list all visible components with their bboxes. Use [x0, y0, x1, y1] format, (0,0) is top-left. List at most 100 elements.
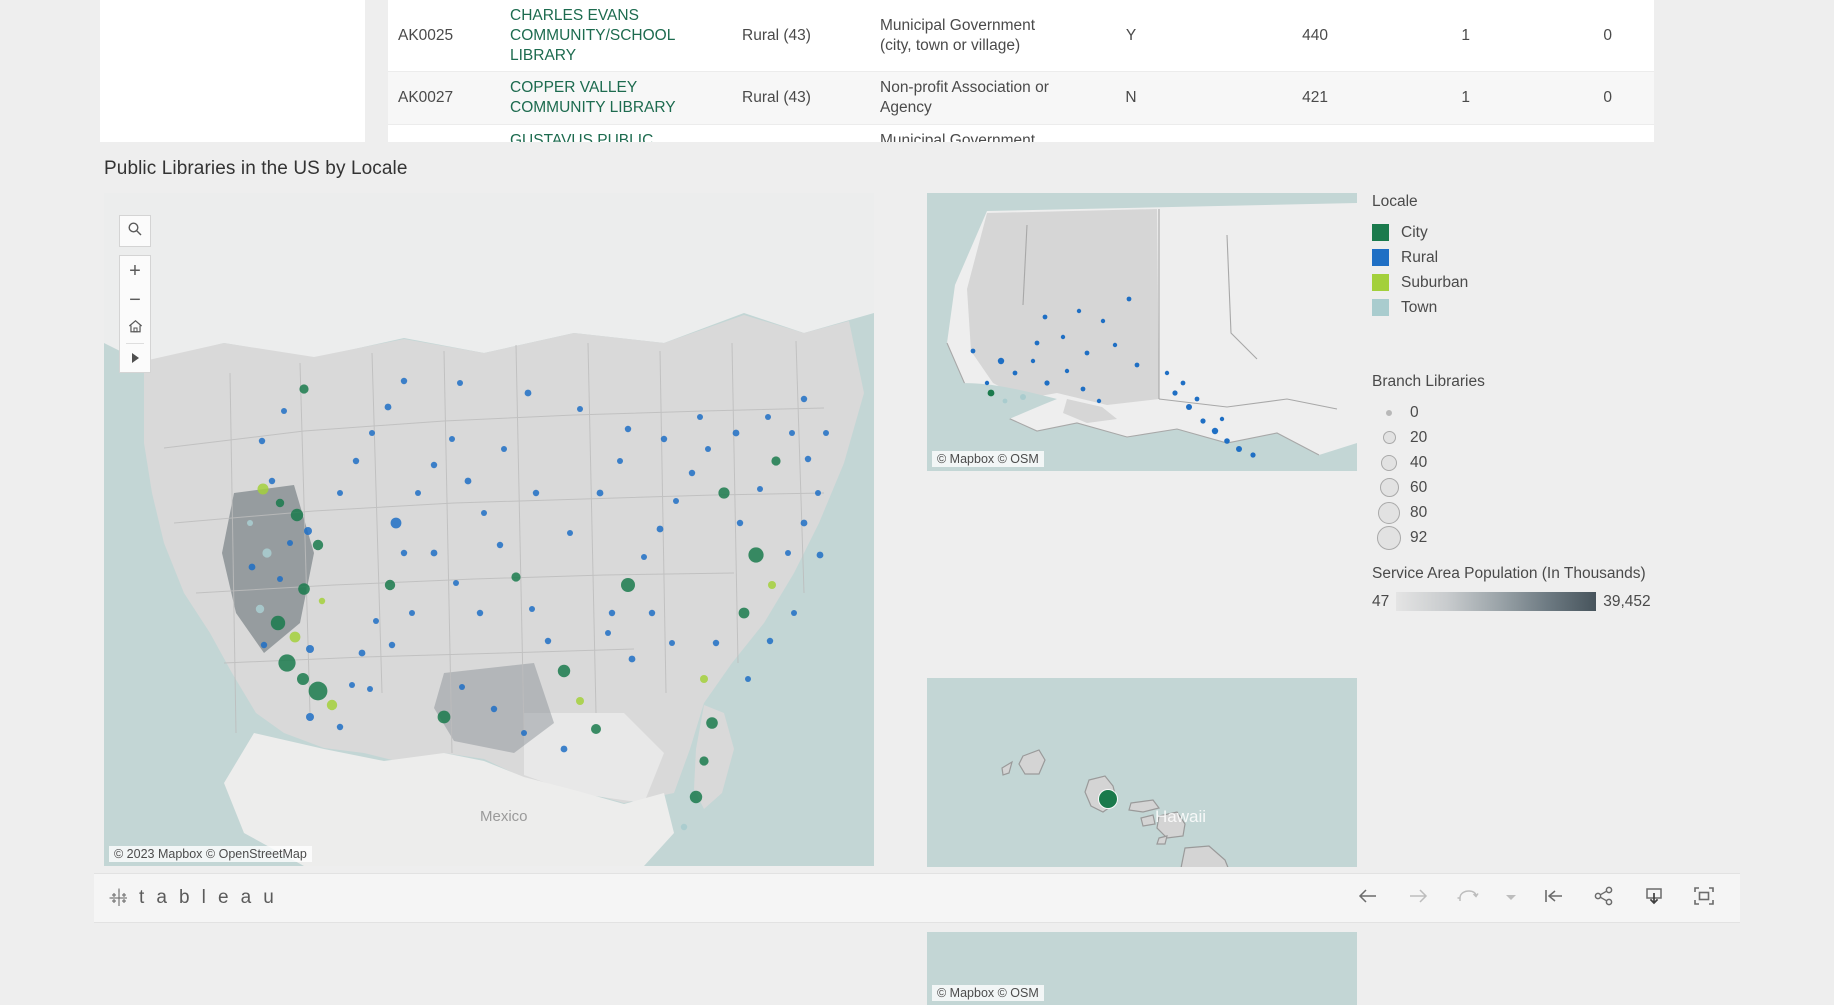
- cell-government-type: Municipal Government (city, town or vill…: [870, 0, 1072, 72]
- cell-government-type: Municipal Government (city, town or vill…: [870, 125, 1072, 142]
- color-swatch-suburban: [1372, 274, 1389, 291]
- cell-library-name[interactable]: COPPER VALLEY COMMUNITY LIBRARY: [500, 72, 732, 125]
- tableau-mark-icon: [108, 887, 130, 909]
- cell-government-type: Non-profit Association or Agency: [870, 72, 1072, 125]
- table-row[interactable]: AK0027 COPPER VALLEY COMMUNITY LIBRARY R…: [388, 72, 1654, 125]
- refresh-icon: [1456, 887, 1480, 910]
- cell-library-name[interactable]: CHARLES EVANS COMMUNITY/SCHOOL LIBRARY: [500, 0, 732, 72]
- cell-service-area-population: 551: [1190, 125, 1338, 142]
- gradient-max-label: 39,452: [1603, 593, 1650, 611]
- cell-library-name[interactable]: GUSTAVUS PUBLIC LIBRARY: [500, 125, 732, 142]
- left-blank-panel: [100, 0, 365, 142]
- cell-bookmobiles: 0: [1622, 125, 1654, 142]
- map-zoom-out-button[interactable]: −: [120, 285, 150, 314]
- size-legend-item: 0: [1372, 400, 1702, 425]
- cell-branch-libraries: 0: [1480, 0, 1622, 72]
- tableau-wordmark: t a b l e a u: [139, 887, 277, 909]
- size-dot-cell: [1372, 455, 1406, 471]
- cell-central-library-flag: Y: [1072, 125, 1190, 142]
- map-search-button[interactable]: [119, 215, 151, 247]
- legend-label-city: City: [1401, 224, 1428, 242]
- map-attribution: © Mapbox © OSM: [932, 451, 1044, 467]
- tableau-logo[interactable]: t a b l e a u: [108, 887, 277, 909]
- map-home-button[interactable]: [120, 314, 150, 343]
- cell-central-libraries: 1: [1338, 0, 1480, 72]
- color-swatch-town: [1372, 299, 1389, 316]
- table-row[interactable]: AK0028 GUSTAVUS PUBLIC LIBRARY Rural (43…: [388, 125, 1654, 142]
- size-dot: [1386, 410, 1392, 416]
- refresh-button[interactable]: [1454, 884, 1482, 912]
- size-legend-label: 40: [1406, 454, 1427, 472]
- legend-item-rural[interactable]: Rural: [1372, 245, 1702, 270]
- size-legend-label: 60: [1406, 479, 1427, 497]
- cell-service-area-population: 440: [1190, 0, 1338, 72]
- forward-button[interactable]: [1404, 884, 1432, 912]
- map-zoom-in-button[interactable]: +: [120, 256, 150, 285]
- share-button[interactable]: [1590, 884, 1618, 912]
- map-zoom-controls[interactable]: + −: [119, 255, 151, 373]
- arrow-right-icon: [1407, 887, 1429, 910]
- size-dot-cell: [1372, 502, 1406, 524]
- size-legend-label: 0: [1406, 404, 1419, 422]
- main-us-map[interactable]: Mexico: [104, 193, 874, 866]
- back-button[interactable]: [1354, 884, 1382, 912]
- home-icon: [127, 318, 144, 339]
- map-attribution: © Mapbox © OSM: [932, 985, 1044, 1001]
- cell-locale: Rural (43): [732, 0, 870, 72]
- cell-service-area-population: 421: [1190, 72, 1338, 125]
- cell-central-libraries: 1: [1338, 72, 1480, 125]
- size-legend-item: 80: [1372, 500, 1702, 525]
- libraries-table-container[interactable]: AK0025 CHARLES EVANS COMMUNITY/SCHOOL LI…: [388, 0, 1654, 142]
- legend-item-town[interactable]: Town: [1372, 295, 1702, 320]
- size-dot-cell: [1372, 431, 1406, 444]
- arrow-left-icon: [1357, 887, 1379, 910]
- legend-label-suburban: Suburban: [1401, 274, 1468, 292]
- table-strip: AK0025 CHARLES EVANS COMMUNITY/SCHOOL LI…: [0, 0, 1834, 145]
- fullscreen-icon: [1693, 886, 1715, 911]
- hawaii-inset-map[interactable]: Hawaii © Mapbox © OSM: [927, 678, 1357, 1005]
- cell-library-id: AK0025: [388, 0, 500, 72]
- legend-label-town: Town: [1401, 299, 1437, 317]
- size-dot: [1380, 478, 1399, 497]
- bottom-toolbar: t a b l e a u: [0, 867, 1834, 932]
- size-legend-label: 20: [1406, 429, 1427, 447]
- cell-library-id: AK0028: [388, 125, 500, 142]
- fullscreen-button[interactable]: [1690, 884, 1718, 912]
- size-legend-item: 40: [1372, 450, 1702, 475]
- download-icon: [1643, 886, 1665, 911]
- map-pan-button[interactable]: [120, 344, 150, 373]
- refresh-dropdown-button[interactable]: [1504, 884, 1518, 912]
- cell-branch-libraries: 0: [1480, 72, 1622, 125]
- color-swatch-rural: [1372, 249, 1389, 266]
- size-dot: [1377, 526, 1401, 550]
- locale-legend-title: Locale: [1372, 193, 1702, 211]
- cell-library-id: AK0027: [388, 72, 500, 125]
- dashboard-page: AK0025 CHARLES EVANS COMMUNITY/SCHOOL LI…: [0, 0, 1834, 932]
- size-dot: [1378, 502, 1400, 524]
- size-dot: [1383, 431, 1396, 444]
- cell-branch-libraries: 0: [1480, 125, 1622, 142]
- legend-panel: Locale City Rural Suburban Town: [1372, 193, 1702, 866]
- revert-button[interactable]: [1540, 884, 1568, 912]
- gradient-row: 47 39,452: [1372, 592, 1712, 611]
- size-dot-cell: [1372, 410, 1406, 416]
- cell-central-libraries: 1: [1338, 125, 1480, 142]
- branch-libraries-legend: Branch Libraries 0 20 40 60: [1372, 373, 1702, 550]
- size-legend-item: 92: [1372, 525, 1702, 550]
- svg-text:Hawaii: Hawaii: [1155, 807, 1206, 826]
- search-icon: [127, 221, 143, 242]
- size-legend-label: 92: [1406, 529, 1427, 547]
- size-dot: [1381, 455, 1397, 471]
- download-button[interactable]: [1640, 884, 1668, 912]
- alaska-inset-map[interactable]: © Mapbox © OSM: [927, 193, 1357, 471]
- size-dot-cell: [1372, 526, 1406, 550]
- toolbar-actions: [1354, 874, 1718, 922]
- legend-item-suburban[interactable]: Suburban: [1372, 270, 1702, 295]
- table-row[interactable]: AK0025 CHARLES EVANS COMMUNITY/SCHOOL LI…: [388, 0, 1654, 72]
- cell-bookmobiles: 0: [1622, 0, 1654, 72]
- map-attribution: © 2023 Mapbox © OpenStreetMap: [109, 846, 312, 862]
- legend-item-city[interactable]: City: [1372, 220, 1702, 245]
- cell-locale: Rural (43): [732, 125, 870, 142]
- size-legend-item: 60: [1372, 475, 1702, 500]
- map-dashboard: Public Libraries in the US by Locale: [0, 145, 1834, 867]
